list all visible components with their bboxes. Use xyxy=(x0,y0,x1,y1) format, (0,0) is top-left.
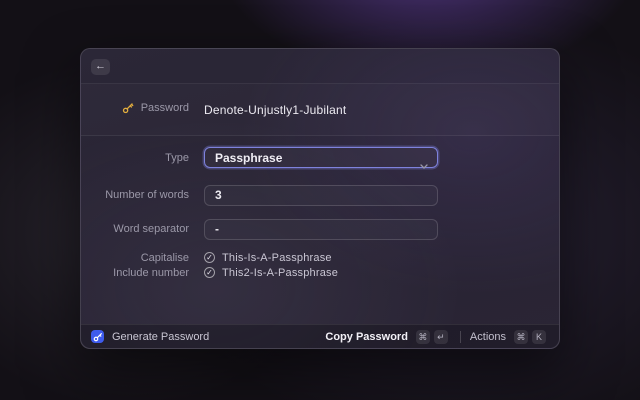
include-number-preview: This2-Is-A-Passphrase xyxy=(222,266,339,279)
key-icon xyxy=(122,102,134,114)
action-bar: Generate Password Copy Password ⌘ ↵ Acti… xyxy=(81,324,559,348)
word-separator-row: Word separator xyxy=(81,218,559,240)
window-header: ← xyxy=(81,49,559,84)
chevron-down-icon xyxy=(420,156,428,174)
capitalise-checkbox[interactable]: ✓ xyxy=(204,252,215,263)
cmd-key-badge: ⌘ xyxy=(514,329,528,344)
k-key-badge: K xyxy=(532,329,546,344)
copy-password-button[interactable]: Copy Password xyxy=(325,331,408,343)
desktop-background: { "window": { "back_icon": "←", "header"… xyxy=(0,0,640,400)
generate-password-label: Generate Password xyxy=(112,330,210,343)
type-select[interactable]: Passphrase xyxy=(204,147,438,169)
back-button[interactable]: ← xyxy=(91,59,110,75)
generated-password-value: Denote-Unjustly1-Jubilant xyxy=(204,102,347,117)
back-arrow-icon: ← xyxy=(95,60,106,72)
check-icon: ✓ xyxy=(206,253,213,262)
type-row: Type Passphrase xyxy=(81,147,559,169)
type-label: Type xyxy=(165,151,189,164)
number-of-words-input[interactable] xyxy=(204,184,438,206)
password-field-label: Password xyxy=(140,102,189,114)
include-number-row: Include number ✓ This2-Is-A-Passphrase xyxy=(81,266,559,279)
generate-password-icon xyxy=(91,330,104,343)
generator-form: Type Passphrase Number of words Word sep… xyxy=(81,136,559,279)
password-field-label-wrap: Password xyxy=(81,102,189,117)
capitalise-preview: This-Is-A-Passphrase xyxy=(222,251,332,264)
include-number-label: Include number xyxy=(113,266,189,279)
number-of-words-row: Number of words xyxy=(81,184,559,206)
word-separator-input[interactable] xyxy=(204,218,438,240)
capitalise-label: Capitalise xyxy=(140,251,189,264)
capitalise-row: Capitalise ✓ This-Is-A-Passphrase xyxy=(81,251,559,264)
type-select-value: Passphrase xyxy=(215,150,283,165)
password-generator-window: ← Password Denote-Unjustly1-Jubilant Typ… xyxy=(80,48,560,349)
generated-password-row: Password Denote-Unjustly1-Jubilant xyxy=(81,84,559,136)
enter-key-badge: ↵ xyxy=(433,329,448,344)
number-of-words-label: Number of words xyxy=(105,189,189,201)
include-number-checkbox[interactable]: ✓ xyxy=(204,267,215,278)
actions-button[interactable]: Actions xyxy=(470,331,506,343)
check-icon: ✓ xyxy=(206,268,213,277)
footer-divider xyxy=(459,330,461,343)
cmd-key-badge: ⌘ xyxy=(415,329,430,344)
word-separator-label: Word separator xyxy=(113,223,189,235)
